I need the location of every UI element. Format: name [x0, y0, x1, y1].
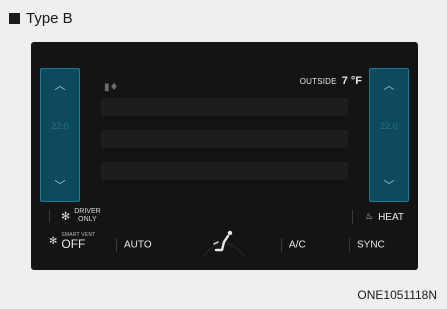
seat-airflow-icon[interactable]	[202, 220, 246, 260]
figure-code: ONE1051118N	[357, 288, 437, 302]
divider	[49, 209, 50, 223]
figure-frame: Type B ︿ 22.0 ﹀ ︿ 22.0 ﹀ ▮♦ OUTSIDE 7 °F…	[0, 0, 447, 309]
driver-temp-panel[interactable]: ︿ 22.0 ﹀	[40, 68, 80, 202]
passenger-temp-value: 22.0	[380, 121, 398, 131]
mode-indicator-icon: ▮♦	[104, 82, 119, 93]
display-band	[101, 162, 348, 180]
auto-button[interactable]: AUTO	[116, 238, 152, 252]
heat-button[interactable]: ♨ HEAT	[351, 210, 404, 224]
outside-temperature: OUTSIDE 7 °F	[300, 75, 362, 87]
smart-vent-button[interactable]: ✻ SMART VENT OFF	[49, 232, 95, 250]
fan-icon: ✻	[61, 209, 71, 223]
fan-icon: ✻	[49, 235, 58, 247]
chevron-up-icon[interactable]: ︿	[370, 77, 408, 93]
ac-label: A/C	[289, 239, 306, 251]
passenger-temp-panel[interactable]: ︿ 22.0 ﹀	[369, 68, 409, 202]
sync-button[interactable]: SYNC	[349, 238, 385, 252]
auto-label: AUTO	[124, 239, 152, 251]
chevron-up-icon[interactable]: ︿	[41, 77, 79, 93]
sync-label: SYNC	[357, 239, 385, 251]
heat-label: HEAT	[378, 211, 404, 223]
divider	[281, 238, 282, 252]
divider	[351, 210, 353, 224]
driver-only-line2: ONLY	[78, 216, 97, 223]
driver-only-button[interactable]: ✻ DRIVER ONLY	[49, 208, 101, 224]
outside-label: OUTSIDE	[299, 77, 337, 86]
display-band	[101, 130, 348, 148]
heading-text: Type B	[26, 9, 73, 27]
figure-heading: Type B	[9, 8, 73, 28]
ac-button[interactable]: A/C	[281, 238, 306, 252]
chevron-down-icon[interactable]: ﹀	[41, 177, 79, 193]
driver-only-line1: DRIVER	[74, 208, 101, 215]
outside-value: 7 °F	[341, 75, 362, 87]
chevron-down-icon[interactable]: ﹀	[370, 177, 408, 193]
divider	[116, 238, 117, 252]
divider	[349, 238, 350, 252]
driver-temp-value: 22.0	[51, 121, 69, 131]
display-band	[101, 98, 348, 116]
climate-control-display: ︿ 22.0 ﹀ ︿ 22.0 ﹀ ▮♦ OUTSIDE 7 °F ✻ DRIV…	[31, 42, 418, 270]
heat-icon: ♨	[364, 212, 374, 222]
smart-vent-value: OFF	[61, 237, 86, 251]
bullet-square-icon	[9, 12, 20, 24]
